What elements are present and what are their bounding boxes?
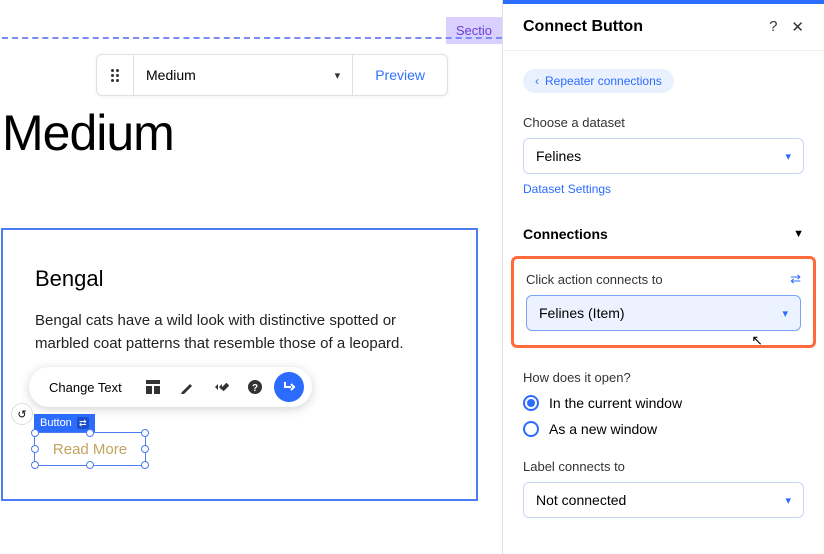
click-action-label: Click action connects to ⇄ (526, 271, 801, 287)
editor-canvas: Sectio Medium ▾ Preview Medium Bengal Be… (0, 0, 502, 554)
connections-section-header[interactable]: Connections ▼ (523, 226, 804, 242)
panel-title: Connect Button (523, 18, 643, 36)
chevron-down-icon: ▾ (785, 150, 791, 163)
connections-header-text: Connections (523, 226, 608, 242)
radio-icon (523, 421, 539, 437)
animation-icon[interactable] (206, 372, 236, 402)
panel-help-icon[interactable]: ? (769, 18, 777, 36)
section-divider (2, 37, 502, 39)
item-body: Bengal cats have a wild look with distin… (35, 310, 444, 355)
resize-handle[interactable] (31, 461, 39, 469)
help-icon[interactable]: ? (240, 372, 270, 402)
collapse-icon: ▼ (793, 228, 804, 240)
layout-icon[interactable] (138, 372, 168, 402)
label-connects-label: Label connects to (523, 459, 804, 474)
size-dropdown-value: Medium (146, 67, 196, 83)
connect-button-panel: Connect Button ? ✕ ‹ Repeater connection… (502, 0, 824, 554)
change-text-button[interactable]: Change Text (37, 372, 134, 402)
chevron-down-icon: ▾ (785, 494, 791, 507)
page-title: Medium (2, 104, 174, 162)
item-title: Bengal (35, 266, 444, 292)
resize-handle[interactable] (86, 429, 94, 437)
radio-label: As a new window (549, 421, 657, 437)
drag-handle-icon[interactable] (97, 69, 133, 82)
button-text: Read More (53, 441, 127, 458)
click-action-value: Felines (Item) (539, 305, 625, 321)
design-brush-icon[interactable] (172, 372, 202, 402)
resize-handle[interactable] (141, 461, 149, 469)
element-toolbar: Change Text ? (29, 367, 312, 407)
dataset-label: Choose a dataset (523, 115, 804, 130)
chevron-down-icon: ▾ (335, 69, 341, 82)
selected-button-element[interactable]: Button ⇄ Read More (34, 413, 146, 466)
repeater-floating-bar: Medium ▾ Preview (96, 54, 448, 96)
svg-text:?: ? (252, 383, 258, 394)
open-radio-group: In the current window As a new window (523, 395, 804, 437)
resize-handle[interactable] (86, 461, 94, 469)
resize-handle[interactable] (31, 429, 39, 437)
chevron-down-icon: ▾ (782, 307, 788, 320)
click-action-highlight: Click action connects to ⇄ Felines (Item… (511, 256, 816, 348)
radio-label: In the current window (549, 395, 682, 411)
size-dropdown[interactable]: Medium ▾ (133, 55, 352, 95)
close-icon[interactable]: ✕ (791, 18, 804, 36)
cursor-icon: ↖ (751, 332, 763, 349)
dataset-settings-link[interactable]: Dataset Settings (523, 182, 611, 196)
resize-handle[interactable] (141, 429, 149, 437)
dataset-select-value: Felines (536, 148, 581, 164)
label-connects-value: Not connected (536, 492, 626, 508)
panel-header: Connect Button ? ✕ (503, 4, 824, 51)
chevron-left-icon: ‹ (535, 74, 539, 88)
resize-handle[interactable] (31, 445, 39, 453)
resize-handle[interactable] (141, 445, 149, 453)
button-element[interactable]: Read More (34, 432, 146, 466)
selection-tag: Button ⇄ (34, 414, 95, 432)
label-connects-select[interactable]: Not connected ▾ (523, 482, 804, 518)
open-label: How does it open? (523, 370, 804, 385)
back-link-label: Repeater connections (545, 74, 662, 88)
radio-new-window[interactable]: As a new window (523, 421, 804, 437)
section-tag[interactable]: Sectio (446, 17, 502, 44)
preview-button[interactable]: Preview (352, 55, 447, 95)
swap-icon[interactable]: ⇄ (790, 271, 801, 287)
selection-tag-text: Button (40, 417, 72, 429)
back-link[interactable]: ‹ Repeater connections (523, 69, 674, 93)
click-action-label-text: Click action connects to (526, 272, 663, 287)
data-connected-icon: ⇄ (77, 417, 89, 429)
dataset-select[interactable]: Felines ▾ (523, 138, 804, 174)
radio-current-window[interactable]: In the current window (523, 395, 804, 411)
undo-icon[interactable]: ↺ (11, 403, 33, 425)
click-action-select[interactable]: Felines (Item) ▾ (526, 295, 801, 331)
radio-icon (523, 395, 539, 411)
connect-data-icon[interactable] (274, 372, 304, 402)
